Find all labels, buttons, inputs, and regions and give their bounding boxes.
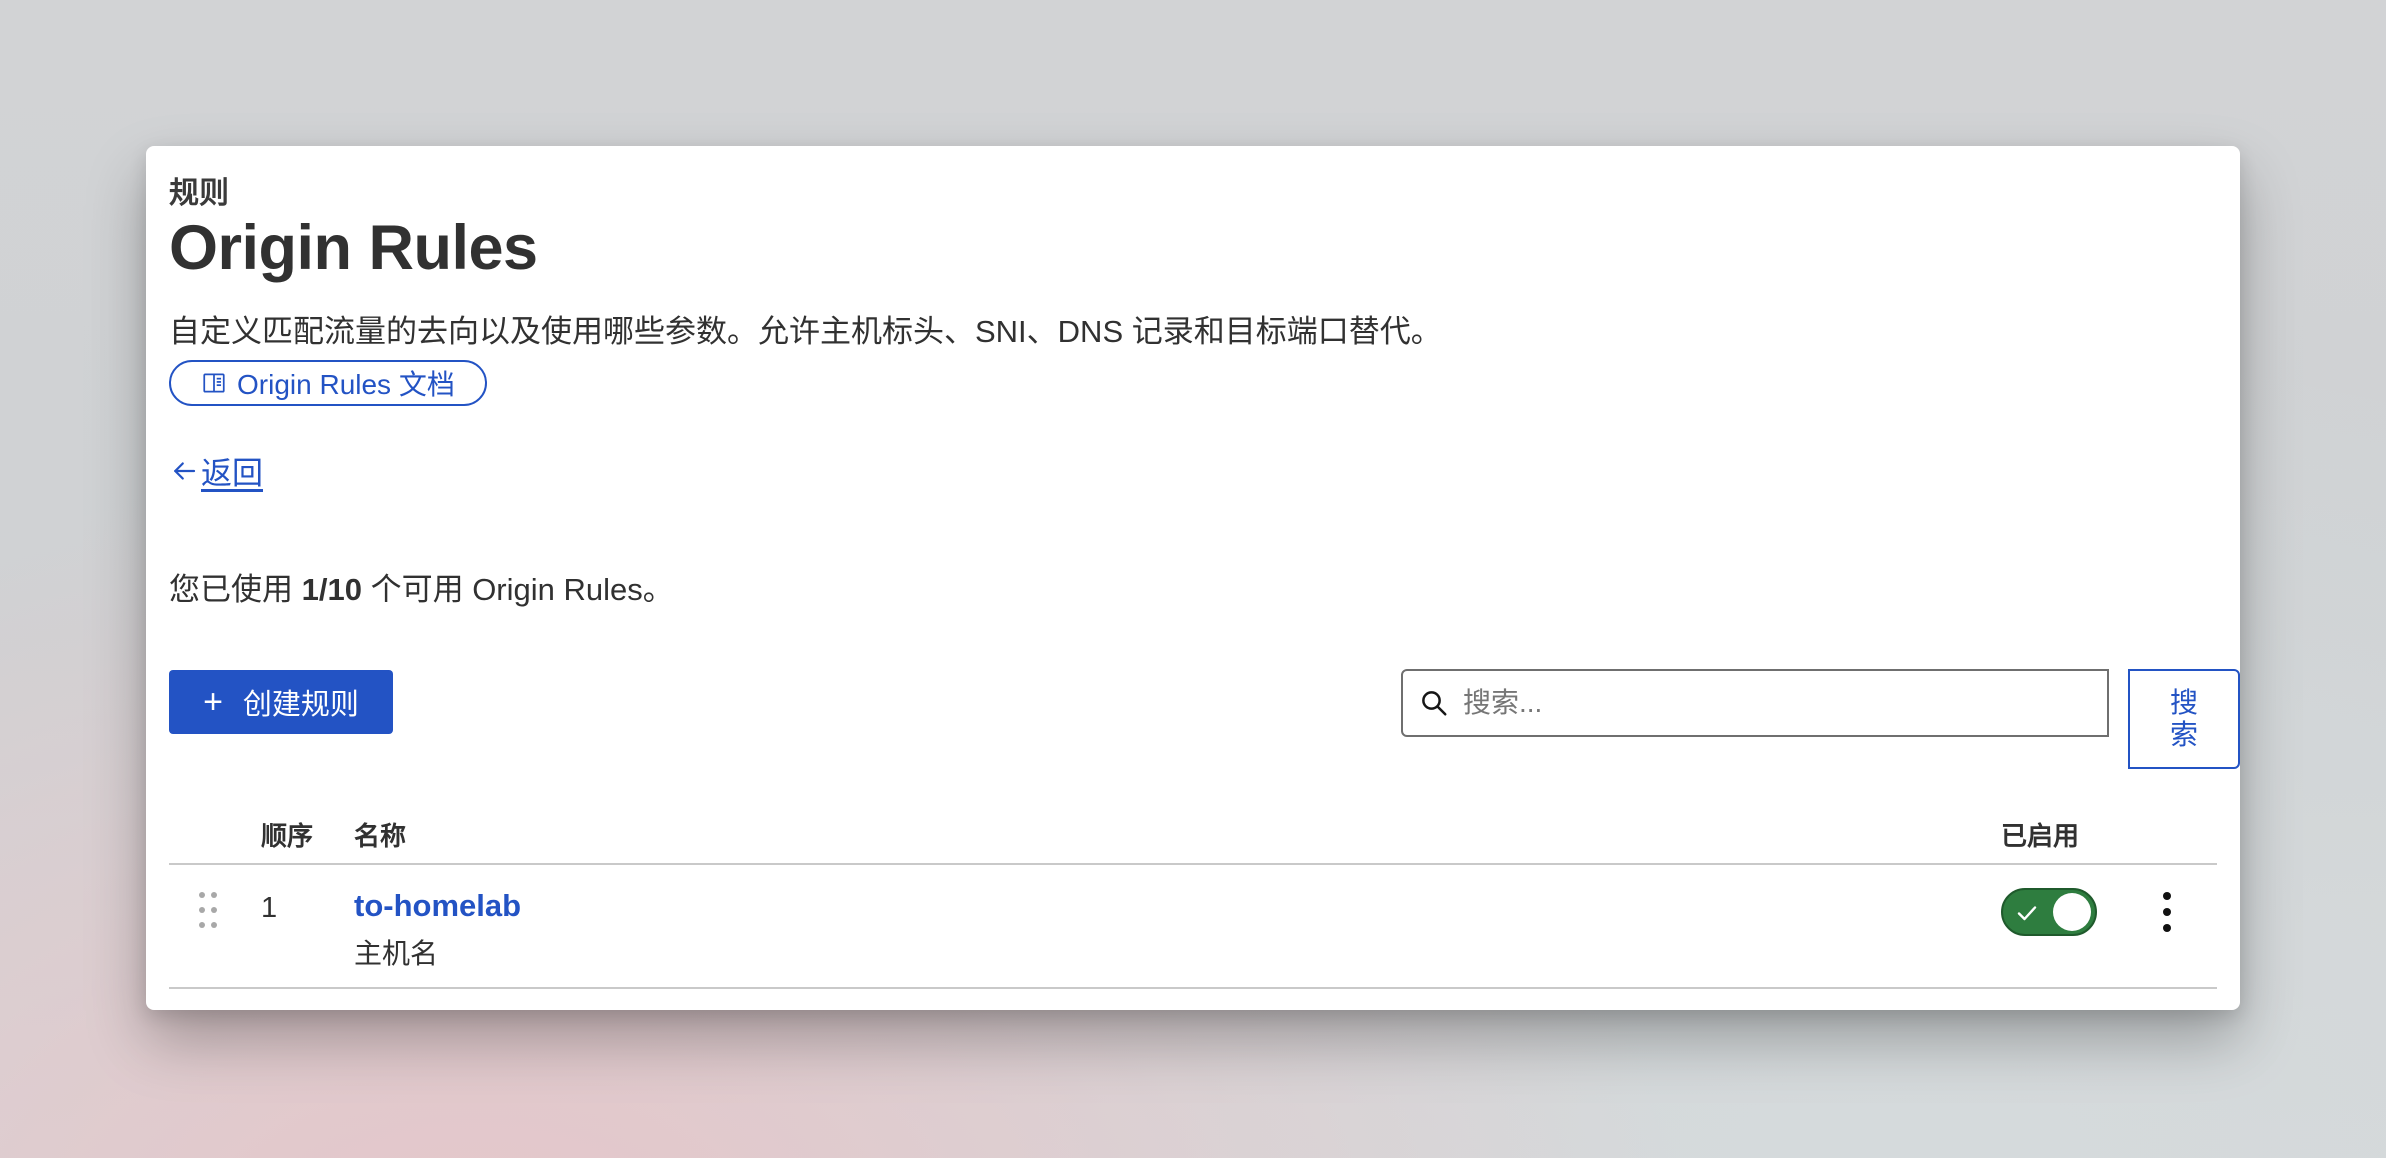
page-title: Origin Rules [169,213,538,283]
rule-description: 主机名 [354,938,439,969]
toggle-knob [2053,893,2091,931]
docs-link-button[interactable]: Origin Rules 文档 [169,360,487,406]
page-description: 自定义匹配流量的去向以及使用哪些参数。允许主机标头、SNI、DNS 记录和目标端… [169,314,1442,349]
rule-enabled-toggle[interactable] [2001,888,2097,936]
search-input[interactable] [1461,686,2065,720]
section-eyebrow: 规则 [169,177,229,210]
search-button-label: 搜索 [2169,686,2198,750]
table-row: 1 to-homelab 主机名 [169,864,2217,984]
usage-prefix: 您已使用 [169,572,302,607]
search-button[interactable]: 搜索 [2128,669,2240,769]
plus-icon: + [203,683,223,721]
table-row-divider [169,987,2217,989]
docs-link-label: Origin Rules 文档 [237,369,455,400]
column-header-name[interactable]: 名称 [354,816,406,853]
drag-handle-icon[interactable] [199,892,221,932]
create-rule-label: 创建规则 [242,689,359,721]
usage-suffix: 个可用 Origin Rules。 [361,572,674,607]
create-rule-button[interactable]: + 创建规则 [169,670,393,734]
row-menu-kebab-icon[interactable] [2147,886,2187,938]
usage-count: 1/10 [301,572,362,607]
search-icon [1419,688,1449,718]
panel-content: 规则 Origin Rules 自定义匹配流量的去向以及使用哪些参数。允许主机标… [169,146,2240,1010]
back-link-label: 返回 [201,456,263,491]
book-icon [201,370,227,396]
rule-name-link[interactable]: to-homelab [354,888,521,924]
search-field[interactable] [1401,669,2109,737]
column-header-order[interactable]: 顺序 [261,816,313,853]
back-link[interactable]: 返回 [169,448,263,493]
origin-rules-panel: 规则 Origin Rules 自定义匹配流量的去向以及使用哪些参数。允许主机标… [146,146,2240,1010]
arrow-left-icon [169,456,199,486]
rule-order: 1 [261,892,278,924]
usage-summary: 您已使用 1/10 个可用 Origin Rules。 [169,564,674,609]
column-header-enabled[interactable]: 已启用 [2001,816,2079,853]
table-header: 顺序 名称 已启用 [169,816,2217,856]
